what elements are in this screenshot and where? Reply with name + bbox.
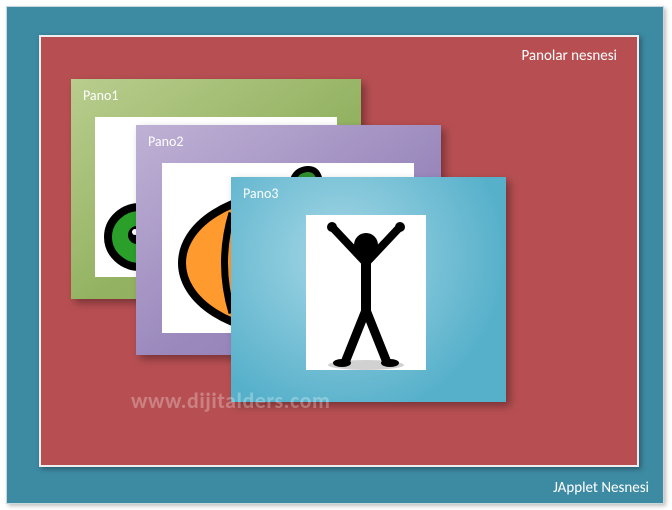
panolar-label: Panolar nesnesi <box>521 47 617 65</box>
japplet-label: JApplet Nesnesi <box>553 479 649 497</box>
panel-pano1-title: Pano1 <box>83 87 118 104</box>
panel-pano3: Pano3 <box>231 177 506 402</box>
person-arms-up-icon <box>306 215 426 370</box>
panel-pano3-title: Pano3 <box>243 185 278 202</box>
panel-pano2-title: Pano2 <box>148 133 183 150</box>
panolar-container: Panolar nesnesi Pano1 Pano2 <box>39 35 639 467</box>
panel-pano3-image <box>306 215 426 370</box>
japplet-container: JApplet Nesnesi Panolar nesnesi Pano1 Pa… <box>6 6 664 504</box>
